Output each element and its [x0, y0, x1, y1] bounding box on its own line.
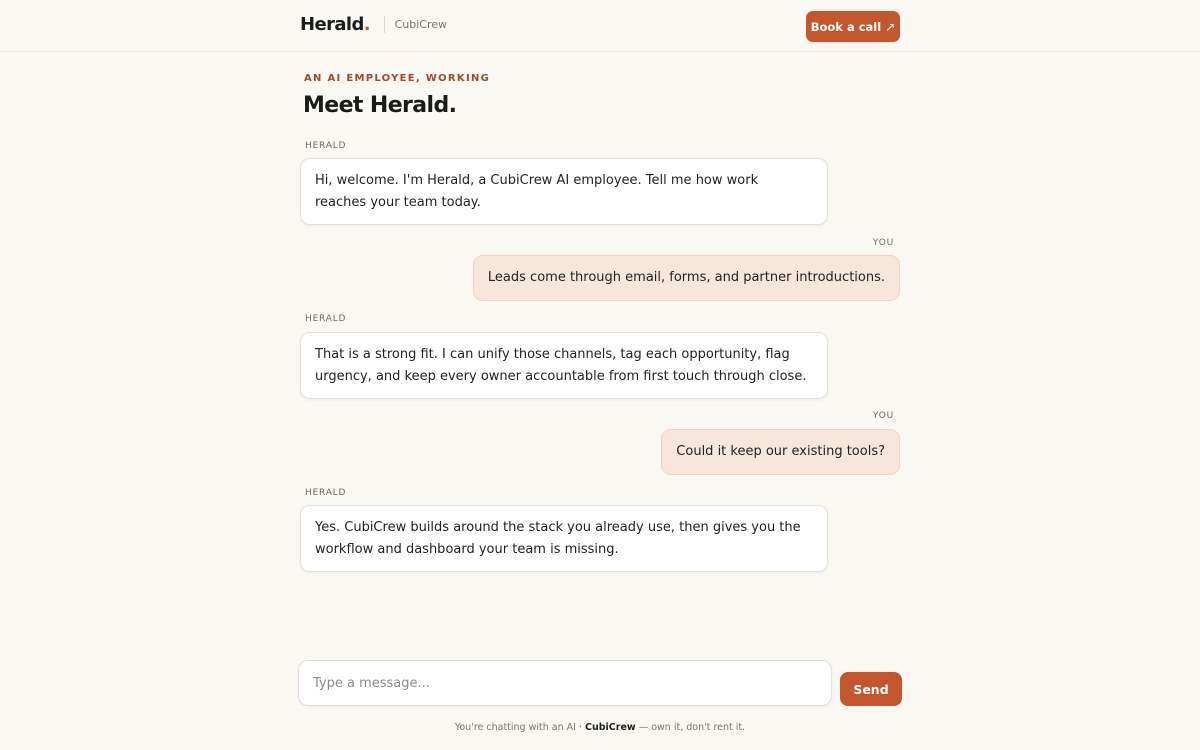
assistant-message: Yes. CubiCrew builds around the stack yo… [300, 505, 828, 572]
arrow-up-right-icon: ↗ [885, 19, 896, 34]
send-button[interactable]: Send [840, 672, 902, 706]
brand-logo: Herald [300, 14, 364, 35]
message-sender-label: HERALD [305, 141, 347, 151]
brand[interactable]: Herald. CubiCrew [300, 14, 447, 35]
book-call-label: Book a call [810, 19, 882, 34]
message-sender-label: YOU [872, 238, 894, 248]
assistant-message: Hi, welcome. I'm Herald, a CubiCrew AI e… [300, 158, 828, 225]
footer-prefix: You're chatting with an AI · [454, 722, 585, 733]
user-message: Could it keep our existing tools? [661, 429, 900, 475]
top-bar: Herald. CubiCrew Book a call ↗ [0, 0, 1200, 52]
message-sender-label: YOU [872, 411, 894, 421]
brand-divider [383, 16, 385, 33]
message-input[interactable] [299, 661, 831, 705]
footer-disclaimer: You're chatting with an AI · CubiCrew — … [0, 722, 1200, 733]
brand-logo-dot: . [363, 14, 371, 35]
assistant-message: That is a strong fit. I can unify those … [300, 332, 828, 399]
message-sender-label: HERALD [305, 488, 347, 498]
page-title: Meet Herald. [303, 93, 457, 118]
hero-kicker: AN AI EMPLOYEE, WORKING [304, 73, 491, 84]
message-sender-label: HERALD [305, 314, 347, 324]
footer-brand: CubiCrew [585, 722, 636, 733]
message-composer [298, 660, 832, 706]
footer-suffix: — own it, don't rent it. [635, 722, 746, 733]
brand-company: CubiCrew [394, 18, 448, 31]
book-call-button[interactable]: Book a call ↗ [806, 11, 900, 42]
user-message: Leads come through email, forms, and par… [472, 255, 900, 301]
